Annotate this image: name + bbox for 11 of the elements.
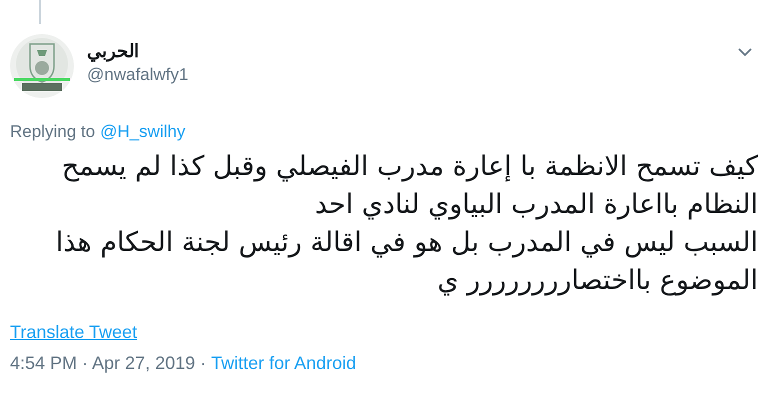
caret-icon[interactable] (738, 48, 752, 57)
thread-line (39, 0, 41, 24)
timestamp: 4:54 PM · Apr 27, 2019 · (10, 352, 208, 375)
author-handle[interactable]: @nwafalwfy1 (87, 64, 188, 86)
replying-label: Replying to (10, 121, 96, 143)
tweet-text: كيف تسمح الانظمة با إعارة مدرب الفيصلي وقبل كذا لم يسمح النظام بااعارة المدرب البياوي لنادي احد (60, 150, 758, 222)
translate-link[interactable]: Translate Tweet (10, 320, 138, 344)
mention-link[interactable]: @H_swilhy (100, 120, 186, 144)
author-name[interactable]: الحربي (87, 38, 139, 64)
tweet-text: السبب ليس في المدرب بل هو في اقالة رئيس لجنة الحكام هذا الموضوع بااختصارررررررر ي (54, 226, 758, 298)
source-link[interactable]: Twitter for Android (211, 351, 356, 375)
